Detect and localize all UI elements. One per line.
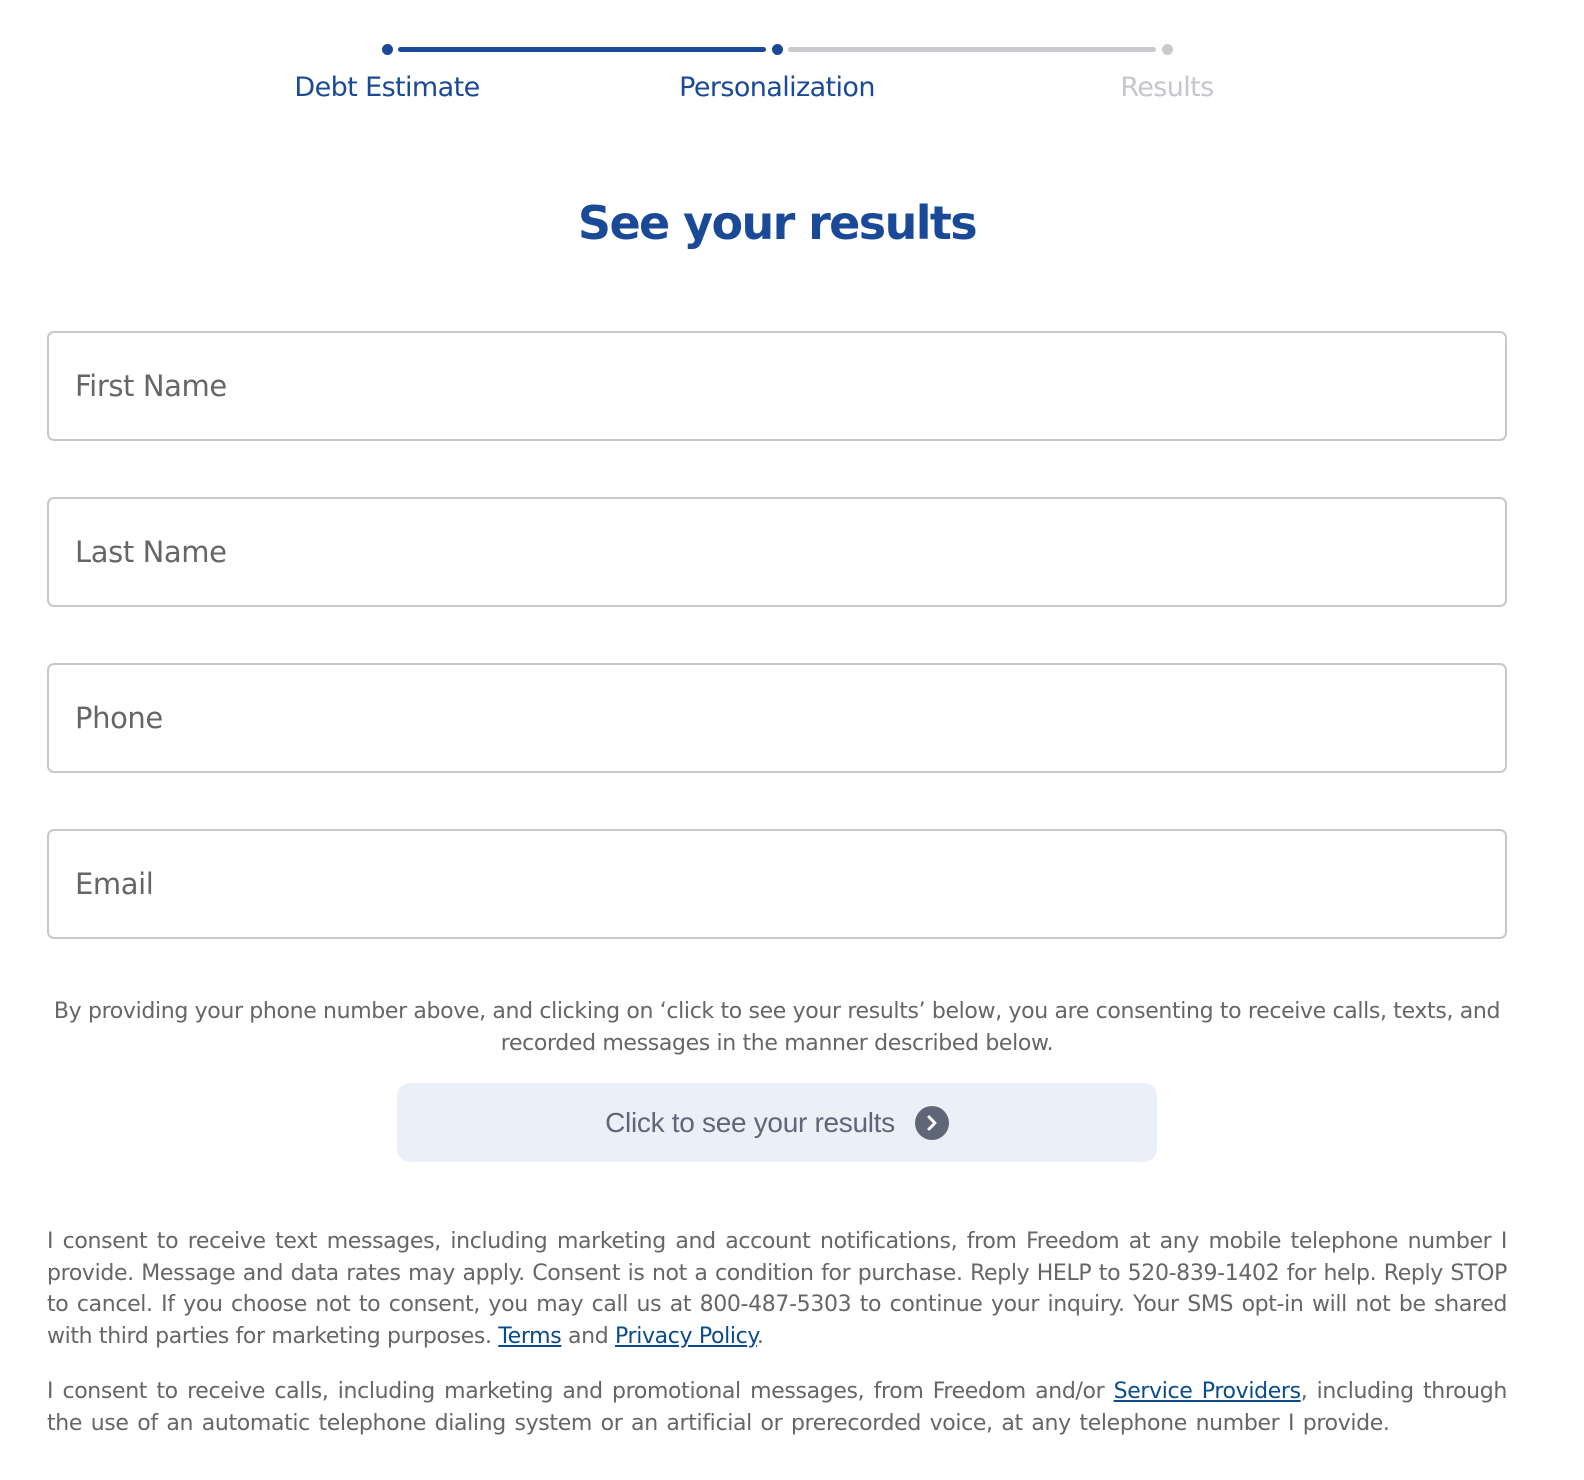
privacy-policy-link[interactable]: Privacy Policy: [615, 1324, 757, 1349]
last-name-input[interactable]: [47, 497, 1507, 607]
sms-consent-body: I consent to receive text messages, incl…: [47, 1229, 1507, 1350]
step-dot-results: [1162, 44, 1173, 55]
phone-input[interactable]: [47, 663, 1507, 773]
chevron-right-circle-icon: [914, 1105, 949, 1140]
sms-consent-text: I consent to receive text messages, incl…: [47, 1226, 1507, 1353]
sms-consent-and: and: [561, 1324, 615, 1350]
phone-consent-disclaimer: By providing your phone number above, an…: [53, 999, 1501, 1056]
sms-consent-end: .: [756, 1324, 764, 1350]
first-name-input[interactable]: [47, 331, 1507, 441]
step-dot-debt-estimate: [382, 44, 393, 55]
service-providers-link[interactable]: Service Providers: [1114, 1379, 1301, 1404]
step-label-debt-estimate: Debt Estimate: [294, 72, 480, 103]
progress-track-remaining: [788, 47, 1156, 52]
see-results-button[interactable]: Click to see your results: [397, 1083, 1157, 1162]
terms-link[interactable]: Terms: [498, 1324, 561, 1349]
progress-stepper: Debt Estimate Personalization Results: [0, 0, 1584, 130]
step-dot-personalization: [772, 44, 783, 55]
page-title: See your results: [577, 196, 978, 250]
email-input[interactable]: [47, 829, 1507, 939]
step-label-personalization: Personalization: [679, 72, 875, 103]
calls-consent-text: I consent to receive calls, including ma…: [47, 1376, 1507, 1439]
see-results-button-label: Click to see your results: [605, 1106, 895, 1138]
step-label-results: Results: [1120, 72, 1214, 103]
calls-consent-before: I consent to receive calls, including ma…: [47, 1379, 1114, 1404]
progress-track-complete: [398, 47, 766, 52]
